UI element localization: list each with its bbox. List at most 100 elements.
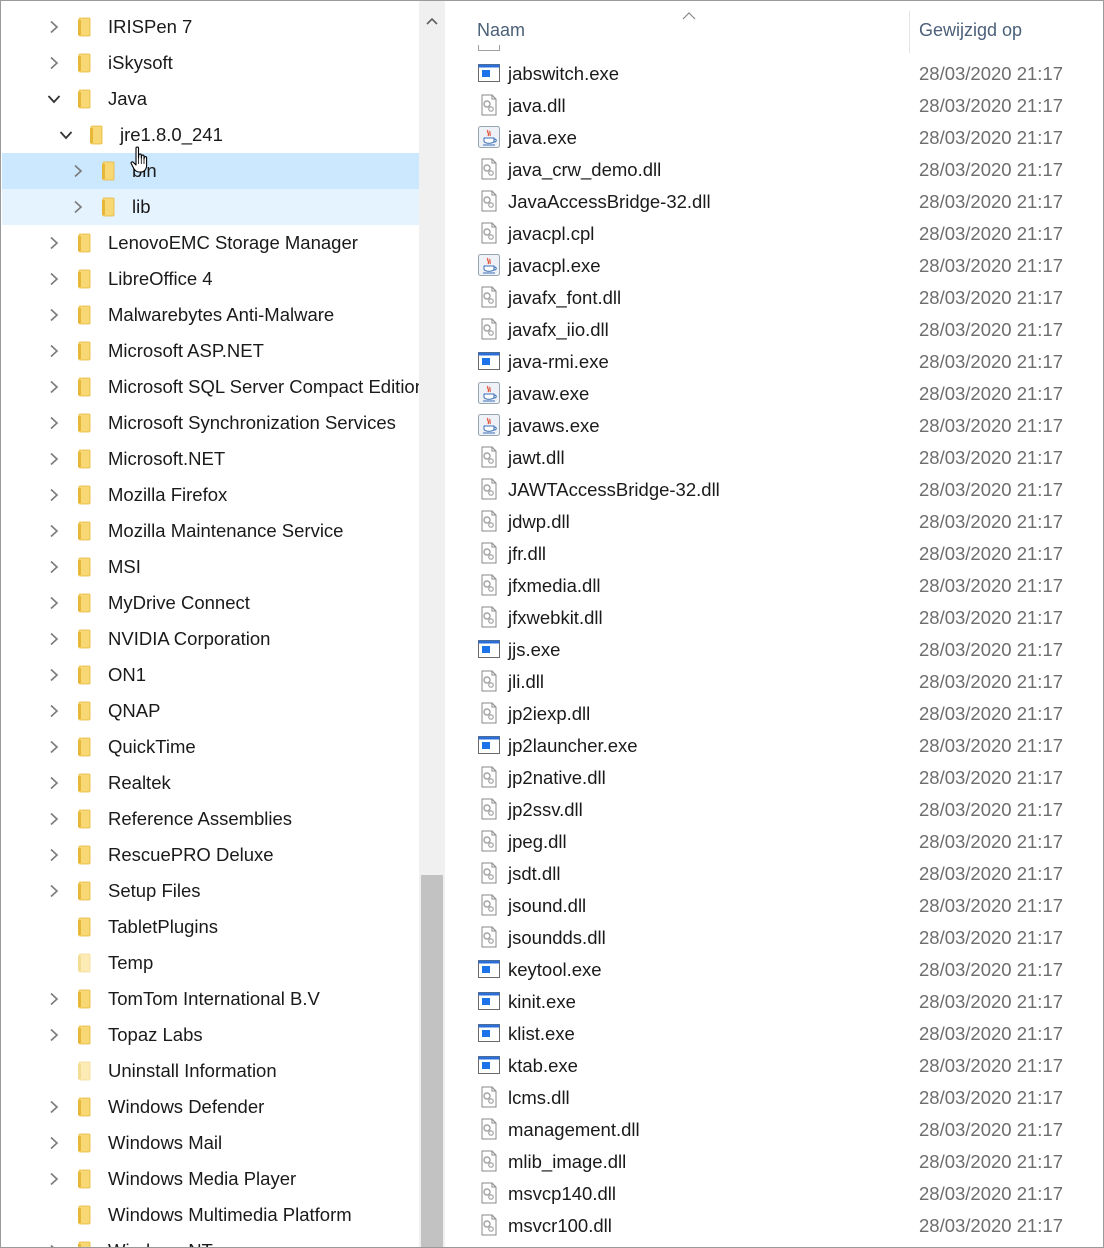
file-row[interactable]: java-rmi.exe 28/03/2020 21:17 xyxy=(445,345,1103,377)
file-row[interactable]: jsdt.dll 28/03/2020 21:17 xyxy=(445,857,1103,889)
file-row[interactable]: JavaAccessBridge-32.dll 28/03/2020 21:17 xyxy=(445,185,1103,217)
tree-item[interactable]: Mozilla Maintenance Service xyxy=(2,513,419,549)
file-row[interactable]: java.exe 28/03/2020 21:17 xyxy=(445,121,1103,153)
file-row[interactable]: jp2launcher.exe 28/03/2020 21:17 xyxy=(445,729,1103,761)
file-row[interactable]: lcms.dll 28/03/2020 21:17 xyxy=(445,1081,1103,1113)
tree-item[interactable]: QuickTime xyxy=(2,729,419,765)
file-row[interactable]: ktab.exe 28/03/2020 21:17 xyxy=(445,1049,1103,1081)
tree-item[interactable]: lib xyxy=(2,189,419,225)
file-row[interactable]: javacpl.exe 28/03/2020 21:17 xyxy=(445,249,1103,281)
tree-item[interactable]: ON1 xyxy=(2,657,419,693)
chevron-right-icon[interactable] xyxy=(44,773,64,793)
file-row[interactable]: management.dll 28/03/2020 21:17 xyxy=(445,1113,1103,1145)
tree-item[interactable]: RescuePRO Deluxe xyxy=(2,837,419,873)
file-row[interactable]: kinit.exe 28/03/2020 21:17 xyxy=(445,985,1103,1017)
tree-item[interactable]: Microsoft Synchronization Services xyxy=(2,405,419,441)
file-row[interactable]: javafx_iio.dll 28/03/2020 21:17 xyxy=(445,313,1103,345)
chevron-right-icon[interactable] xyxy=(44,1169,64,1189)
file-row[interactable]: keytool.exe 28/03/2020 21:17 xyxy=(445,953,1103,985)
tree-item[interactable]: TomTom International B.V xyxy=(2,981,419,1017)
chevron-down-icon[interactable] xyxy=(56,125,76,145)
file-row[interactable]: msvcr100.dll 28/03/2020 21:17 xyxy=(445,1209,1103,1241)
file-row[interactable]: JAWTAccessBridge-32.dll 28/03/2020 21:17 xyxy=(445,473,1103,505)
file-row[interactable]: jfxmedia.dll 28/03/2020 21:17 xyxy=(445,569,1103,601)
chevron-right-icon[interactable] xyxy=(44,341,64,361)
chevron-right-icon[interactable] xyxy=(44,233,64,253)
tree-item[interactable]: Temp xyxy=(2,945,419,981)
chevron-right-icon[interactable] xyxy=(44,665,64,685)
tree-item[interactable]: Setup Files xyxy=(2,873,419,909)
chevron-right-icon[interactable] xyxy=(44,629,64,649)
chevron-right-icon[interactable] xyxy=(44,413,64,433)
file-row[interactable]: jfxwebkit.dll 28/03/2020 21:17 xyxy=(445,601,1103,633)
file-row[interactable]: jdwp.dll 28/03/2020 21:17 xyxy=(445,505,1103,537)
file-row[interactable]: jawt.dll 28/03/2020 21:17 xyxy=(445,441,1103,473)
chevron-right-icon[interactable] xyxy=(44,809,64,829)
tree-item[interactable]: Malwarebytes Anti-Malware xyxy=(2,297,419,333)
navigation-tree[interactable]: IRISPen 7 iSkysoft Java jre1.8.0_241bin lib L… xyxy=(2,1,419,1247)
file-row[interactable]: javacpl.cpl 28/03/2020 21:17 xyxy=(445,217,1103,249)
chevron-right-icon[interactable] xyxy=(44,17,64,37)
chevron-right-icon[interactable] xyxy=(44,845,64,865)
tree-item[interactable]: LibreOffice 4 xyxy=(2,261,419,297)
tree-item[interactable]: IRISPen 7 xyxy=(2,9,419,45)
tree-item[interactable]: Windows Defender xyxy=(2,1089,419,1125)
file-row[interactable]: javaws.exe 28/03/2020 21:17 xyxy=(445,409,1103,441)
tree-item[interactable]: Windows NT xyxy=(2,1233,419,1247)
file-row[interactable]: javafx_font.dll 28/03/2020 21:17 xyxy=(445,281,1103,313)
chevron-right-icon[interactable] xyxy=(44,1133,64,1153)
file-row[interactable]: jp2iexp.dll 28/03/2020 21:17 xyxy=(445,697,1103,729)
tree-item[interactable]: Java xyxy=(2,81,419,117)
tree-item[interactable]: NVIDIA Corporation xyxy=(2,621,419,657)
chevron-right-icon[interactable] xyxy=(44,1097,64,1117)
chevron-right-icon[interactable] xyxy=(44,1025,64,1045)
tree-scrollbar[interactable] xyxy=(419,1,445,1247)
tree-item[interactable]: Microsoft.NET xyxy=(2,441,419,477)
tree-item[interactable]: QNAP xyxy=(2,693,419,729)
chevron-right-icon[interactable] xyxy=(44,521,64,541)
tree-item[interactable]: LenovoEMC Storage Manager xyxy=(2,225,419,261)
column-header-modified[interactable]: Gewijzigd op xyxy=(919,20,1022,41)
chevron-right-icon[interactable] xyxy=(44,737,64,757)
file-row[interactable]: msvcp140.dll 28/03/2020 21:17 xyxy=(445,1177,1103,1209)
file-row[interactable]: jsound.dll 28/03/2020 21:17 xyxy=(445,889,1103,921)
file-row[interactable]: jabswitch.exe 28/03/2020 21:17 xyxy=(445,57,1103,89)
tree-item[interactable]: Reference Assemblies xyxy=(2,801,419,837)
file-row[interactable]: jjs.exe 28/03/2020 21:17 xyxy=(445,633,1103,665)
chevron-right-icon[interactable] xyxy=(44,1241,64,1247)
file-row[interactable]: klist.exe 28/03/2020 21:17 xyxy=(445,1017,1103,1049)
tree-item[interactable]: Microsoft SQL Server Compact Edition xyxy=(2,369,419,405)
tree-item[interactable]: Uninstall Information xyxy=(2,1053,419,1089)
scrollbar-thumb[interactable] xyxy=(421,875,443,1247)
chevron-right-icon[interactable] xyxy=(44,53,64,73)
tree-item[interactable]: MyDrive Connect xyxy=(2,585,419,621)
tree-item[interactable]: Realtek xyxy=(2,765,419,801)
file-row[interactable]: jpeg.dll 28/03/2020 21:17 xyxy=(445,825,1103,857)
chevron-right-icon[interactable] xyxy=(44,701,64,721)
tree-item[interactable]: MSI xyxy=(2,549,419,585)
tree-item[interactable]: iSkysoft xyxy=(2,45,419,81)
tree-item[interactable]: Windows Media Player xyxy=(2,1161,419,1197)
file-row[interactable]: jp2native.dll 28/03/2020 21:17 xyxy=(445,761,1103,793)
tree-item[interactable]: Microsoft ASP.NET xyxy=(2,333,419,369)
file-row[interactable]: mlib_image.dll 28/03/2020 21:17 xyxy=(445,1145,1103,1177)
chevron-right-icon[interactable] xyxy=(44,305,64,325)
tree-item[interactable]: TabletPlugins xyxy=(2,909,419,945)
tree-item[interactable]: bin xyxy=(2,153,419,189)
file-row[interactable]: jp2ssv.dll 28/03/2020 21:17 xyxy=(445,793,1103,825)
tree-item[interactable]: Windows Mail xyxy=(2,1125,419,1161)
file-row[interactable]: java_crw_demo.dll 28/03/2020 21:17 xyxy=(445,153,1103,185)
tree-item[interactable]: Topaz Labs xyxy=(2,1017,419,1053)
tree-item[interactable]: Mozilla Firefox xyxy=(2,477,419,513)
chevron-right-icon[interactable] xyxy=(44,557,64,577)
chevron-down-icon[interactable] xyxy=(44,89,64,109)
tree-item[interactable]: Windows Multimedia Platform xyxy=(2,1197,419,1233)
chevron-right-icon[interactable] xyxy=(68,197,88,217)
chevron-right-icon[interactable] xyxy=(44,449,64,469)
tree-item[interactable]: jre1.8.0_241 xyxy=(2,117,419,153)
chevron-right-icon[interactable] xyxy=(68,161,88,181)
chevron-right-icon[interactable] xyxy=(44,377,64,397)
chevron-right-icon[interactable] xyxy=(44,593,64,613)
chevron-right-icon[interactable] xyxy=(44,485,64,505)
chevron-right-icon[interactable] xyxy=(44,881,64,901)
